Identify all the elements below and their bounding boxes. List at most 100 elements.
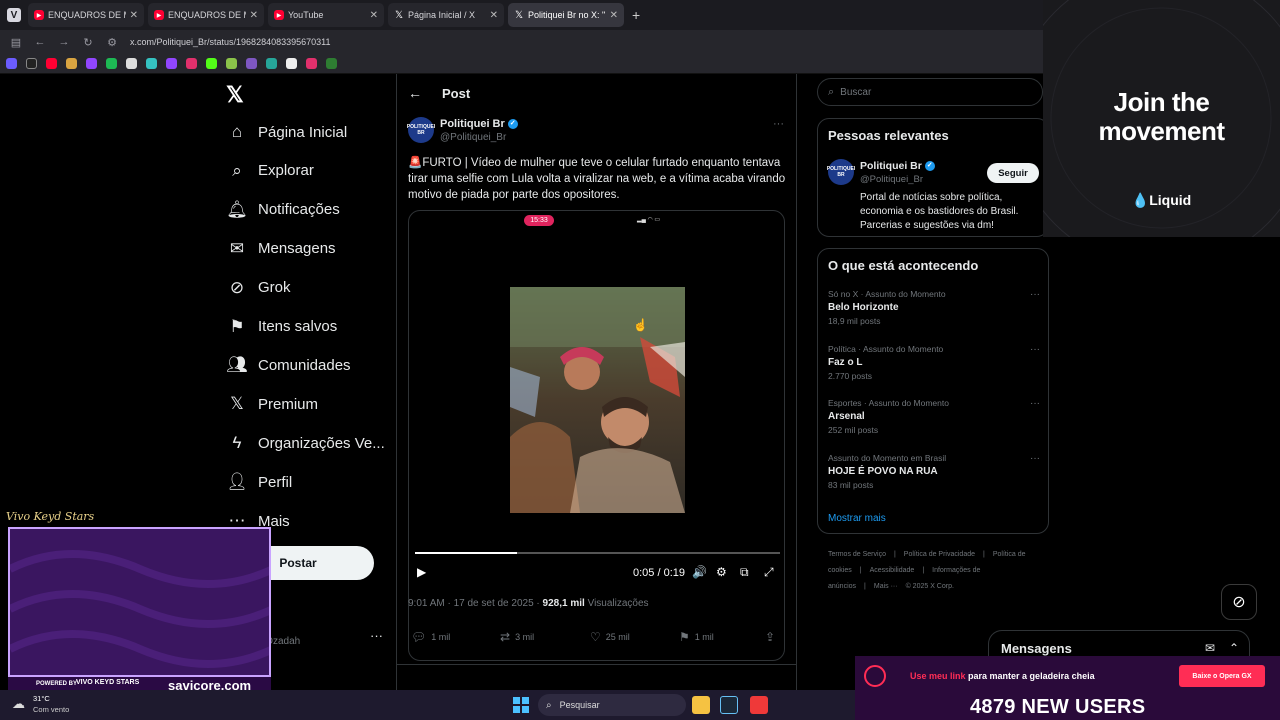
weather-temp[interactable]: 31°C [33, 694, 50, 703]
nav-item-person[interactable]: 👤︎ Perfil [222, 463, 392, 501]
trend-item[interactable]: Assunto do Momento em Brasil HOJE É POVO … [828, 453, 1040, 490]
vivaldi-taskbar-icon[interactable] [750, 696, 768, 714]
play-icon[interactable]: ▶ [417, 565, 426, 579]
tab-close-icon[interactable]: ✕ [610, 10, 618, 21]
tab-close-icon[interactable]: ✕ [250, 10, 258, 21]
follow-button[interactable]: Seguir [987, 163, 1039, 183]
bookmark-kick-icon[interactable] [206, 58, 217, 69]
fullscreen-icon[interactable]: ⤢ [764, 565, 774, 580]
nav-item-people[interactable]: 👥︎ Comunidades [222, 346, 392, 384]
trend-more-icon[interactable]: ··· [1030, 289, 1040, 300]
relevant-handle[interactable]: @Politiquei_Br [860, 174, 923, 185]
nav-item-mail[interactable]: ✉ Mensagens [222, 230, 392, 268]
back-arrow-icon[interactable]: ← [408, 85, 422, 101]
repost-button[interactable]: ⇄ 3 mil [500, 630, 534, 644]
bookmark-icon-4[interactable] [66, 58, 77, 69]
tab-close-icon[interactable]: ✕ [490, 10, 498, 21]
settings-gear-icon[interactable]: ⚙ [716, 565, 727, 579]
x-logo-icon[interactable]: 𝕏 [226, 82, 244, 108]
reload-icon[interactable]: ↻ [78, 36, 98, 49]
search-input[interactable]: Buscar [840, 87, 871, 98]
trend-item[interactable]: Esportes · Assunto do Momento Arsenal 252 … [828, 398, 1040, 435]
bookmark-youtube-icon[interactable] [46, 58, 57, 69]
trend-more-icon[interactable]: ··· [1030, 344, 1040, 355]
browser-logo[interactable]: V [0, 0, 28, 30]
footer-link[interactable]: Mais ··· [874, 583, 898, 590]
relevant-name-text[interactable]: Politiquei Br [860, 160, 922, 172]
tab-close-icon[interactable]: ✕ [370, 10, 378, 21]
ad-banner[interactable]: Join the movement 💧Liquid [1043, 0, 1280, 237]
browser-tab[interactable]: 𝕏 Página Inicial / X ✕ [388, 3, 504, 27]
trend-item[interactable]: Só no X · Assunto do Momento Belo Horizon… [828, 289, 1040, 326]
footer-link[interactable]: Política de Privacidade [904, 551, 975, 558]
account-more-icon[interactable]: ··· [370, 628, 383, 643]
nav-item-home[interactable]: ⌂ Página Inicial [222, 113, 392, 151]
back-icon[interactable]: ← [30, 36, 50, 48]
url-field[interactable]: x.com/Politiquei_Br/status/1968284083395… [130, 37, 330, 47]
author-name-text[interactable]: Politiquei Br [440, 118, 505, 130]
bookmark-button[interactable]: ⚑ 1 mil [679, 630, 714, 644]
browser-tab[interactable]: 𝕏 Politiquei Br no X: "🚨 ✕ [508, 3, 624, 27]
grok-float-icon[interactable]: ⊘ [1221, 584, 1257, 620]
relevant-name[interactable]: Politiquei Br ✓ [860, 160, 935, 172]
nav-item-lightning[interactable]: ϟ Organizações Ve... [222, 424, 392, 462]
panel-toggle-icon[interactable]: ▤ [6, 36, 26, 49]
author-avatar[interactable]: POLITIQUEI BR [407, 117, 435, 143]
forward-icon[interactable]: → [54, 36, 74, 48]
trend-item[interactable]: Política · Assunto do Momento Faz o L 2.77… [828, 344, 1040, 381]
bookmark-instagram-icon[interactable] [186, 58, 197, 69]
browser-tab[interactable]: ▶ ENQUADROS DE MOTOS ✕ [28, 3, 144, 27]
weather-desc[interactable]: Com vento [33, 705, 69, 714]
bookmark-icon-8[interactable] [146, 58, 157, 69]
bookmark-twitch-icon[interactable] [86, 58, 97, 69]
show-more-link[interactable]: Mostrar mais [828, 513, 886, 524]
video-player[interactable]: 15:33 ▂▄ ◠ ▭ ▶ 0:05 / 0:19 🔊 ⚙ ⧉ ⤢ [408, 210, 785, 661]
share-button[interactable]: ⇪ [765, 630, 780, 644]
bookmark-icon-17[interactable] [326, 58, 337, 69]
windows-start-icon[interactable] [513, 697, 529, 713]
taskbar-search-input[interactable]: Pesquisar [560, 700, 600, 710]
file-explorer-icon[interactable] [692, 696, 710, 714]
video-progress-bar[interactable] [415, 552, 780, 554]
video-frame-image[interactable] [510, 287, 685, 513]
author-handle[interactable]: @Politiquei_Br [440, 132, 506, 143]
tab-close-icon[interactable]: ✕ [130, 10, 138, 21]
trend-more-icon[interactable]: ··· [1030, 398, 1040, 409]
footer-link[interactable]: Termos de Serviço [828, 551, 886, 558]
bookmark-icon-7[interactable] [126, 58, 137, 69]
nav-item-bell[interactable]: 🔔︎ Notificações [222, 191, 392, 229]
new-tab-button[interactable]: + [632, 7, 640, 23]
post-more-icon[interactable]: ··· [773, 118, 784, 130]
bookmark-icon-14[interactable] [266, 58, 277, 69]
browser-tab[interactable]: ▶ YouTube ✕ [268, 3, 384, 27]
bookmark-icon-1[interactable] [6, 58, 17, 69]
footer-link[interactable]: Acessibilidade [870, 567, 915, 574]
nav-item-search[interactable]: ⌕ Explorar [222, 152, 392, 190]
bookmark-icon-9[interactable] [166, 58, 177, 69]
search-box[interactable]: ⌕ Buscar [817, 78, 1043, 106]
reply-button[interactable]: 💬︎ 1 mil [411, 630, 450, 644]
nav-item-bookmark[interactable]: ⚑ Itens salvos [222, 308, 392, 346]
author-name[interactable]: Politiquei Br ✓ [440, 118, 518, 130]
expand-up-icon[interactable]: ⌃ [1229, 641, 1239, 655]
new-message-icon[interactable]: ✉ [1205, 641, 1215, 655]
volume-icon[interactable]: 🔊 [692, 565, 707, 579]
picture-in-picture-icon[interactable]: ⧉ [740, 565, 749, 580]
bookmark-icon-15[interactable] [286, 58, 297, 69]
relevant-avatar[interactable]: POLITIQUEI BR [827, 159, 855, 185]
bookmark-icon-12[interactable] [226, 58, 237, 69]
bookmark-x-icon[interactable] [26, 58, 37, 69]
weather-icon[interactable]: ☁ [12, 696, 25, 712]
nav-item-grok[interactable]: ⊘ Grok [222, 269, 392, 307]
steam-icon[interactable] [720, 696, 738, 714]
footer-link[interactable]: © 2025 X Corp. [906, 583, 954, 590]
nav-item-x-premium[interactable]: 𝕏 Premium [222, 385, 392, 423]
like-button[interactable]: ♡ 25 mil [590, 630, 630, 644]
browser-tab[interactable]: ▶ ENQUADROS DE MOTOS ✕ [148, 3, 264, 27]
post-timestamp[interactable]: 9:01 AM · 17 de set de 2025 · [408, 598, 543, 609]
site-settings-icon[interactable]: ⚙ [102, 36, 122, 49]
bookmark-spotify-icon[interactable] [106, 58, 117, 69]
bookmark-icon-16[interactable] [306, 58, 317, 69]
taskbar-search[interactable]: ⌕ Pesquisar [538, 694, 686, 716]
trend-more-icon[interactable]: ··· [1030, 453, 1040, 464]
